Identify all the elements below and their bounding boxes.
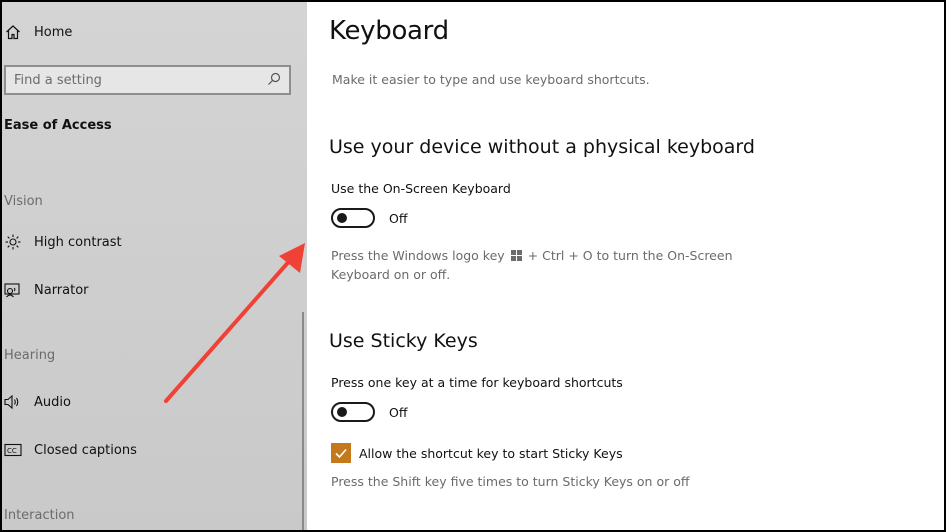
sidebar-item-label: Home [34,24,73,40]
sidebar: Home Ease of Access Vision High contrast… [0,0,307,532]
search-box[interactable] [4,65,291,95]
sidebar-item-label: High contrast [34,234,122,250]
sticky-toggle-label: Press one key at a time for keyboard sho… [331,375,623,390]
osk-toggle-state: Off [389,210,408,226]
osk-heading: Use your device without a physical keybo… [329,136,755,158]
sidebar-item-high-contrast[interactable]: High contrast [4,234,122,250]
sticky-shortcut-label: Allow the shortcut key to start Sticky K… [359,445,623,461]
sticky-switch[interactable] [331,402,375,422]
section-title: Ease of Access [4,118,112,133]
checkmark-icon [335,448,347,459]
speaker-icon [4,394,22,410]
page-title: Keyboard [329,16,449,46]
sidebar-scrollbar[interactable] [302,312,304,530]
page-subtitle: Make it easier to type and use keyboard … [332,72,650,87]
sidebar-item-home[interactable]: Home [4,24,72,40]
osk-hint-part1: Press the Windows logo key [331,248,505,263]
osk-hint-line2: Keyboard on or off. [331,267,451,282]
sidebar-item-closed-captions[interactable]: CC Closed captions [4,442,137,458]
svg-text:CC: CC [7,447,17,455]
home-icon [4,24,22,40]
sticky-shortcut-checkbox[interactable] [331,443,351,463]
switch-knob [337,213,347,223]
sidebar-item-audio[interactable]: Audio [4,394,71,410]
narrator-icon [4,282,22,298]
cc-icon: CC [4,442,22,458]
sidebar-item-label: Narrator [34,282,89,298]
osk-hint-part2: + Ctrl + O to turn the On-Screen [527,248,733,263]
sticky-hint: Press the Shift key five times to turn S… [331,474,690,489]
windows-logo-icon [510,248,522,266]
osk-switch[interactable] [331,208,375,228]
sticky-toggle[interactable]: Off [331,402,407,422]
sidebar-item-label: Closed captions [34,442,137,458]
search-input[interactable] [14,72,267,88]
main-content: Keyboard Make it easier to type and use … [307,0,946,532]
group-label-interaction: Interaction [4,508,75,523]
sticky-toggle-state: Off [389,404,408,420]
sticky-heading: Use Sticky Keys [329,330,478,352]
osk-toggle-label: Use the On-Screen Keyboard [331,181,511,196]
search-icon[interactable] [267,71,281,90]
sidebar-item-label: Audio [34,394,71,410]
group-label-hearing: Hearing [4,348,56,363]
switch-knob [337,407,347,417]
sidebar-item-narrator[interactable]: Narrator [4,282,89,298]
osk-hint: Press the Windows logo key + Ctrl + O to… [331,247,733,284]
sticky-shortcut-checkbox-row[interactable]: Allow the shortcut key to start Sticky K… [331,443,623,463]
sun-icon [4,234,22,250]
group-label-vision: Vision [4,194,43,209]
osk-toggle[interactable]: Off [331,208,407,228]
